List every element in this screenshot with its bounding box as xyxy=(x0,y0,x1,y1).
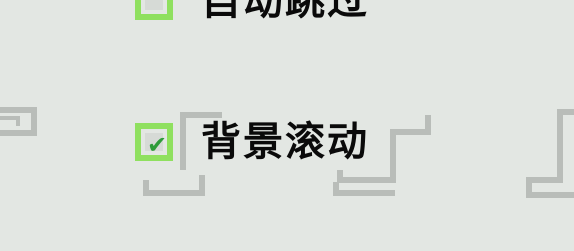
checkbox-empty-icon xyxy=(145,0,163,10)
option-auto-skip[interactable]: 自动跳过 xyxy=(135,0,369,23)
frame-corner-right xyxy=(526,109,574,198)
checkbox-background-scroll[interactable]: ✔ xyxy=(135,123,173,161)
frame-corner-left-inner xyxy=(0,116,20,126)
frame-corner-center-left-lower xyxy=(143,175,205,196)
frame-corner-center-lower xyxy=(333,182,395,196)
option-label: 自动跳过 xyxy=(201,0,369,24)
checkbox-auto-skip[interactable] xyxy=(135,0,173,20)
option-background-scroll[interactable]: ✔ 背景滚动 xyxy=(135,120,369,164)
option-label: 背景滚动 xyxy=(201,119,369,165)
checkmark-icon: ✔ xyxy=(147,131,168,159)
